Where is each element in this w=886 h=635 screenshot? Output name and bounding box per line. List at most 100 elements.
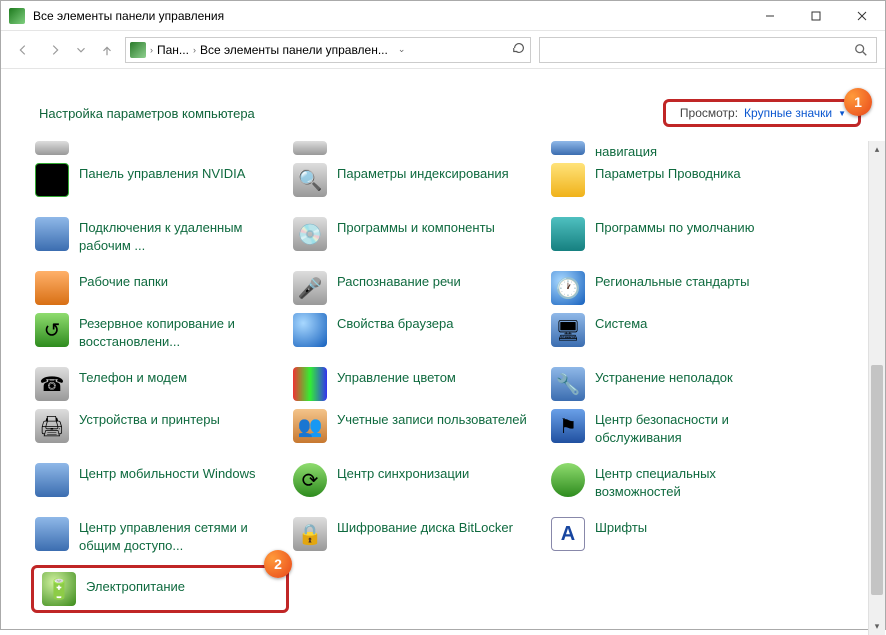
forward-button[interactable] [41,36,69,64]
list-item-region[interactable]: 🕐 Региональные стандарты [547,265,805,307]
defaults-icon [551,217,585,251]
list-item-bitlocker[interactable]: 🔒 Шифрование диска BitLocker [289,511,547,565]
list-item-programs[interactable]: 💿Программы и компоненты [289,211,547,265]
microphone-icon: 🎤 [293,271,327,305]
mobility-icon [35,463,69,497]
scroll-down-button[interactable]: ▾ [869,618,885,635]
item-label: Подключения к удаленным рабочим ... [79,217,279,254]
refresh-button[interactable] [512,41,526,58]
item-label: Рабочие папки [79,271,168,291]
item-label: Центр синхронизации [337,463,469,483]
navigation-bar: › Пан... › Все элементы панели управлен.… [1,31,885,69]
monitor-icon: 🖥 [551,313,585,347]
list-item-network[interactable]: Центр управления сетями и общим доступо.… [31,511,289,565]
list-item[interactable]: навигация [547,141,805,157]
control-panel-icon [9,8,25,24]
color-icon [293,367,327,401]
accessibility-icon [551,463,585,497]
list-item-mobility[interactable]: Центр мобильности Windows [31,457,289,511]
up-button[interactable] [93,36,121,64]
phone-icon: ☎ [35,367,69,401]
view-value: Крупные значки [744,106,832,120]
list-item-power[interactable]: 🔋 Электропитание [38,570,282,608]
flag-icon: ⚑ [551,409,585,443]
list-item-backup[interactable]: ↺ Резервное копирование и восстановлени..… [31,307,289,361]
search-icon [854,43,868,57]
back-button[interactable] [9,36,37,64]
item-icon [551,141,585,155]
list-item-color[interactable]: Управление цветом [289,361,547,403]
list-item-indexing[interactable]: 🔍Параметры индексирования [289,157,547,211]
item-label: Свойства браузера [337,313,453,333]
network-icon [35,517,69,551]
item-label: Электропитание [86,572,185,596]
vertical-scrollbar[interactable]: ▴ ▾ [868,141,885,635]
lock-icon: 🔒 [293,517,327,551]
item-label: Система [595,313,647,333]
chevron-right-icon[interactable]: › [148,45,155,55]
backup-icon: ↺ [35,313,69,347]
font-icon: A [551,517,585,551]
chevron-down-icon[interactable]: ⌄ [396,44,408,55]
list-item-defaults[interactable]: Программы по умолчанию [547,211,805,265]
item-label: Управление цветом [337,367,456,387]
list-item-workfolders[interactable]: Рабочие папки [31,265,289,307]
maximize-button[interactable] [793,1,839,30]
list-item-users[interactable]: 👥 Учетные записи пользователей [289,403,547,457]
item-label: Региональные стандарты [595,271,749,291]
recent-button[interactable] [73,36,89,64]
list-item-nvidia[interactable]: ◉Панель управления NVIDIA [31,157,289,211]
breadcrumb-seg-1[interactable]: Пан... [157,43,189,57]
content-area: навигация ◉Панель управления NVIDIA 🔍Пар… [1,141,885,635]
list-item-internet[interactable]: Свойства браузера [289,307,547,361]
address-bar[interactable]: › Пан... › Все элементы панели управлен.… [125,37,531,63]
scroll-up-button[interactable]: ▴ [869,141,885,158]
item-label: Резервное копирование и восстановлени... [79,313,279,350]
annotation-badge-1: 1 [844,88,872,116]
item-label: Центр безопасности и обслуживания [595,409,795,446]
close-button[interactable] [839,1,885,30]
item-label: Учетные записи пользователей [337,409,527,429]
window-controls [747,1,885,30]
list-item[interactable] [289,141,547,157]
item-label: Панель управления NVIDIA [79,163,245,183]
item-label: Шифрование диска BitLocker [337,517,513,537]
list-item-speech[interactable]: 🎤Распознавание речи [289,265,547,307]
list-item-devices[interactable]: 🖨Устройства и принтеры [31,403,289,457]
search-box[interactable] [539,37,877,63]
partial-row: навигация [31,141,867,157]
item-label: Центр специальных возможностей [595,463,795,500]
remote-icon [35,217,69,251]
scroll-track[interactable] [869,158,885,618]
breadcrumb-seg-2[interactable]: Все элементы панели управлен... [200,43,388,57]
item-label: Программы по умолчанию [595,217,754,237]
annotation-badge-2: 2 [264,550,292,578]
list-item-accessibility[interactable]: Центр специальных возможностей [547,457,805,511]
users-icon: 👥 [293,409,327,443]
chevron-down-icon: ▼ [838,109,846,118]
globe-icon: 🕐 [551,271,585,305]
page-title: Настройка параметров компьютера [39,106,255,121]
scroll-thumb[interactable] [871,365,883,595]
list-item-system[interactable]: 🖥 Система [547,307,805,361]
list-item-fonts[interactable]: A Шрифты [547,511,805,565]
location-icon [130,42,146,58]
list-item-troubleshoot[interactable]: 🔧Устранение неполадок [547,361,805,403]
minimize-button[interactable] [747,1,793,30]
item-label: Шрифты [595,517,647,537]
view-dropdown[interactable]: Просмотр: Крупные значки ▼ 1 [663,99,861,127]
list-item-phone[interactable]: ☎ Телефон и модем [31,361,289,403]
item-label: Центр мобильности Windows [79,463,256,483]
list-item-sync[interactable]: ⟳ Центр синхронизации [289,457,547,511]
sync-icon: ⟳ [293,463,327,497]
item-label: Устранение неполадок [595,367,733,387]
list-item[interactable] [31,141,289,157]
item-icon [293,141,327,155]
items-grid: ◉Панель управления NVIDIA 🔍Параметры инд… [31,157,867,613]
chevron-right-icon[interactable]: › [191,45,198,55]
list-item-remote[interactable]: Подключения к удаленным рабочим ... [31,211,289,265]
view-label: Просмотр: [680,106,738,120]
list-item-explorer[interactable]: Параметры Проводника [547,157,805,211]
list-item-security[interactable]: ⚑ Центр безопасности и обслуживания [547,403,805,457]
item-label: Телефон и модем [79,367,187,387]
